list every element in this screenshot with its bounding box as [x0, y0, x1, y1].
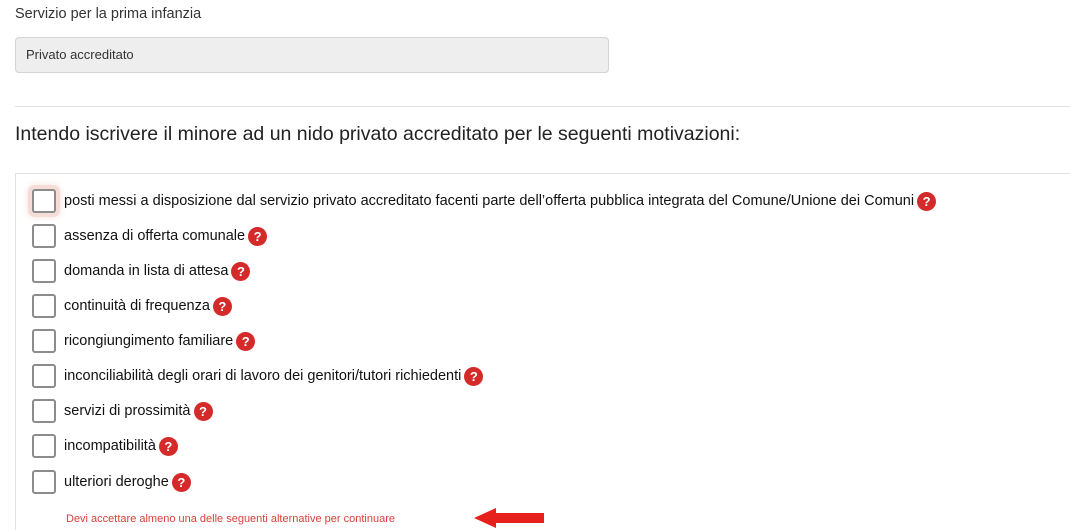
- option-label[interactable]: assenza di offerta comunale: [64, 228, 245, 244]
- option-label[interactable]: continuità di frequenza: [64, 298, 210, 314]
- option-label[interactable]: domanda in lista di attesa: [64, 263, 228, 279]
- validation-error-message: Devi accettare almeno una delle seguenti…: [66, 513, 395, 525]
- question-icon[interactable]: ?: [248, 226, 268, 246]
- service-readonly-field: Privato accreditato: [15, 37, 609, 73]
- question-icon[interactable]: ?: [236, 331, 256, 351]
- checkbox-continuita-frequenza[interactable]: [32, 294, 56, 318]
- checkbox-ricongiungimento-familiare[interactable]: [32, 329, 56, 353]
- section-divider: [15, 106, 1070, 107]
- option-label[interactable]: servizi di prossimità: [64, 403, 191, 419]
- checkbox-posti-offerta-pubblica[interactable]: [32, 189, 56, 213]
- enrollment-form: Servizio per la prima infanzia Privato a…: [0, 0, 1070, 530]
- option-incompatibilita[interactable]: incompatibilità ?: [32, 433, 178, 459]
- option-servizi-prossimita[interactable]: servizi di prossimità ?: [32, 398, 213, 424]
- service-field-label: Servizio per la prima infanzia: [15, 6, 202, 22]
- checkbox-ulteriori-deroghe[interactable]: [32, 470, 56, 494]
- option-inconciliabilita-orari[interactable]: inconciliabilità degli orari di lavoro d…: [32, 363, 484, 389]
- arrow-left-icon: [474, 508, 544, 528]
- option-label[interactable]: incompatibilità: [64, 438, 156, 454]
- checkbox-inconciliabilita-orari[interactable]: [32, 364, 56, 388]
- option-posti-offerta-pubblica[interactable]: posti messi a disposizione dal servizio …: [32, 188, 937, 214]
- option-label[interactable]: inconciliabilità degli orari di lavoro d…: [64, 368, 461, 384]
- question-icon[interactable]: ?: [231, 261, 251, 281]
- motivations-heading: Intendo iscrivere il minore ad un nido p…: [15, 123, 741, 145]
- question-icon[interactable]: ?: [917, 191, 937, 211]
- option-label[interactable]: ricongiungimento familiare: [64, 333, 233, 349]
- option-ricongiungimento-familiare[interactable]: ricongiungimento familiare ?: [32, 328, 256, 354]
- option-lista-di-attesa[interactable]: domanda in lista di attesa ?: [32, 258, 251, 284]
- option-label[interactable]: ulteriori deroghe: [64, 474, 169, 490]
- question-icon[interactable]: ?: [158, 436, 178, 456]
- option-label[interactable]: posti messi a disposizione dal servizio …: [64, 193, 914, 209]
- question-icon[interactable]: ?: [193, 401, 213, 421]
- option-continuita-frequenza[interactable]: continuità di frequenza ?: [32, 293, 232, 319]
- checkbox-incompatibilita[interactable]: [32, 434, 56, 458]
- checkbox-servizi-prossimita[interactable]: [32, 399, 56, 423]
- question-icon[interactable]: ?: [171, 472, 191, 492]
- checkbox-lista-di-attesa[interactable]: [32, 259, 56, 283]
- option-ulteriori-deroghe[interactable]: ulteriori deroghe ?: [32, 469, 191, 495]
- checkbox-assenza-offerta-comunale[interactable]: [32, 224, 56, 248]
- question-icon[interactable]: ?: [464, 366, 484, 386]
- question-icon[interactable]: ?: [212, 296, 232, 316]
- option-assenza-offerta-comunale[interactable]: assenza di offerta comunale ?: [32, 223, 268, 249]
